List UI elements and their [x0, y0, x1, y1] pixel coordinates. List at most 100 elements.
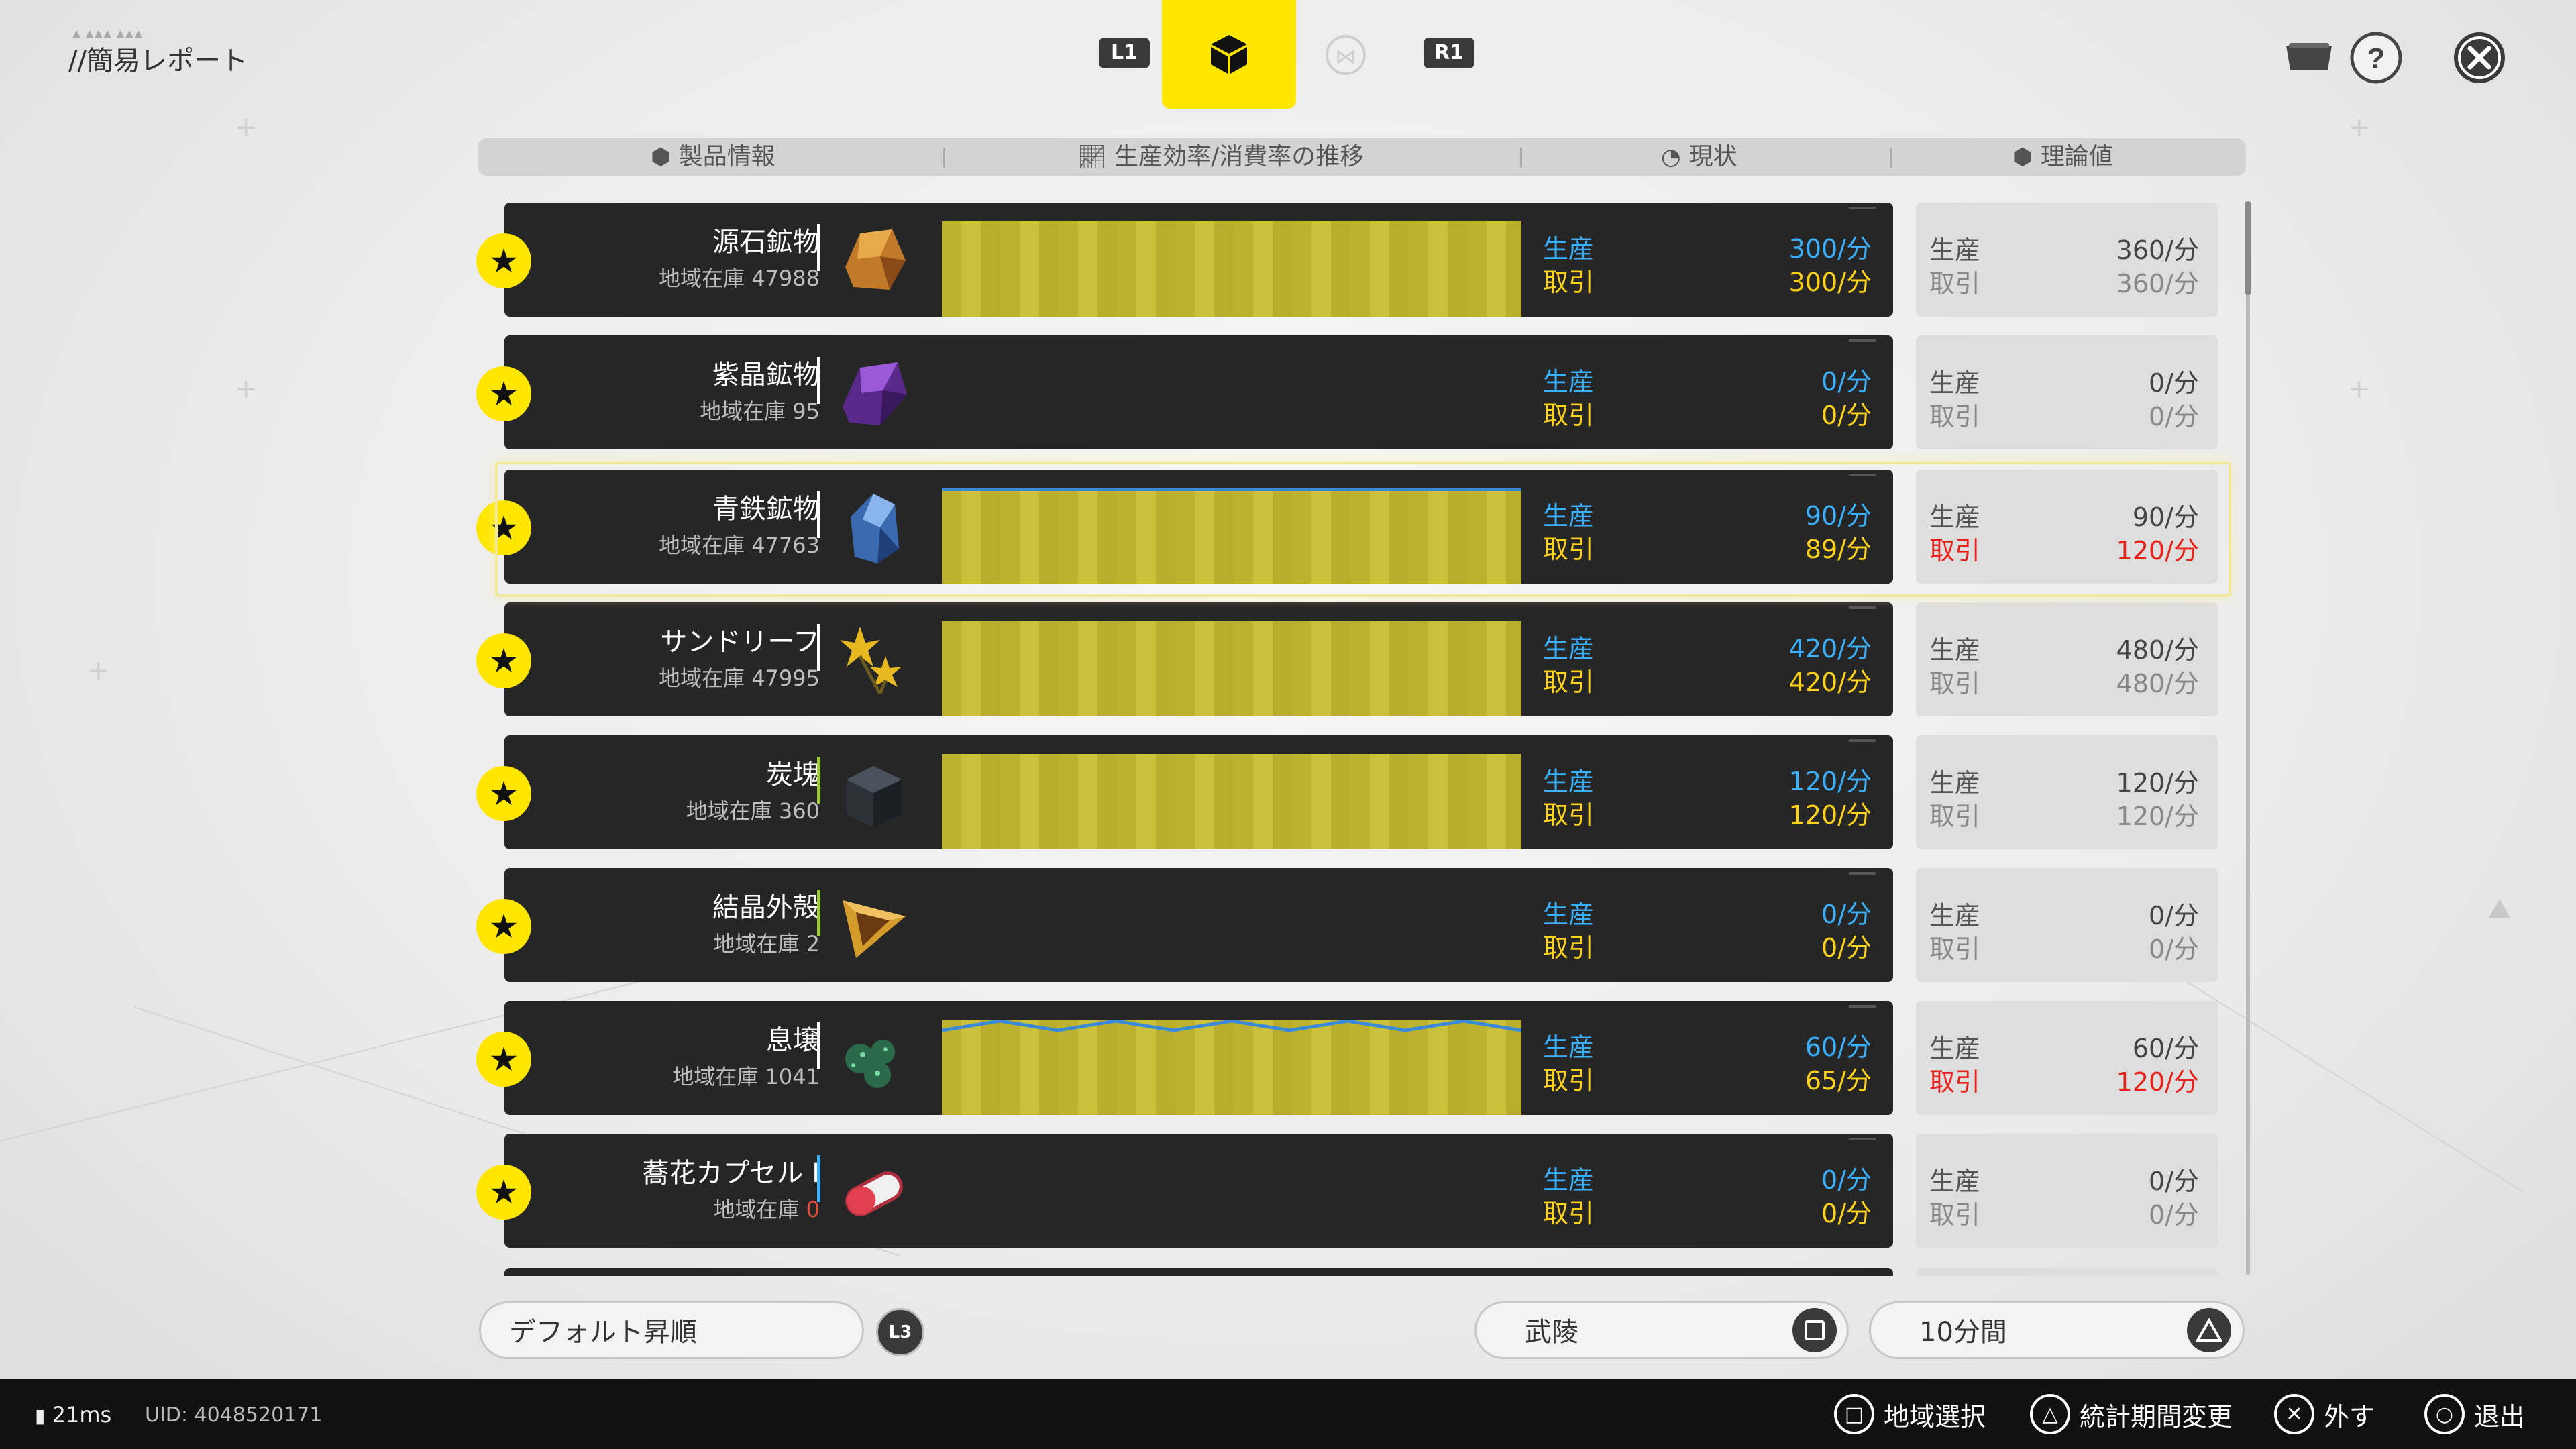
help-icon[interactable]: ?: [2348, 30, 2404, 86]
column-divider: [1890, 148, 1892, 168]
row-accent-bar: [817, 1022, 820, 1069]
circle-button-icon: ○: [2424, 1394, 2465, 1434]
footer-action-label: 地域選択: [1884, 1401, 1986, 1432]
theory-trade-label: 取引: [1929, 934, 1981, 964]
footer-action-square[interactable]: □ 地域選択: [1834, 1394, 1986, 1434]
production-rate: 0/分: [1821, 367, 1872, 396]
product-row[interactable]: ★ 息壌 地域在庫 1041 生産 取引 60/分 65/分: [476, 1001, 1893, 1115]
trade-label: 取引: [1543, 933, 1595, 963]
l3-button[interactable]: L3: [876, 1308, 924, 1356]
trend-chart: [942, 221, 1521, 317]
r1-button[interactable]: R1: [1424, 38, 1474, 68]
svg-text:?: ?: [2367, 42, 2385, 75]
next-row-peek: [504, 1268, 1893, 1276]
background-plus: +: [235, 374, 258, 405]
trade-rate: 0/分: [1821, 933, 1872, 963]
tab-disabled[interactable]: ⋈: [1326, 35, 1366, 75]
product-cube-icon: ⬢: [651, 144, 671, 170]
line-chart-icon: 📈︎: [1077, 144, 1107, 170]
theory-cell: 生産 取引 0/分 0/分: [1916, 335, 2218, 449]
product-name: 紫晶鉱物: [712, 360, 820, 390]
row-corner-mark: [1849, 739, 1876, 742]
favorite-star-icon[interactable]: ★: [476, 1165, 531, 1220]
cross-button-icon: ✕: [2274, 1394, 2314, 1434]
theory-production-label: 生産: [1929, 368, 1981, 398]
row-accent-bar: [817, 357, 820, 404]
keyboard-icon[interactable]: [2281, 30, 2337, 86]
region-label: 武陵: [1525, 1317, 1578, 1348]
theory-trade-label: 取引: [1929, 269, 1981, 299]
regional-stock: 地域在庫 360: [686, 798, 820, 824]
production-rate: 120/分: [1788, 767, 1872, 796]
theory-trade-label: 取引: [1929, 402, 1981, 431]
footer-action-label: 退出: [2474, 1401, 2526, 1432]
theory-production-rate: 480/分: [2116, 635, 2199, 665]
column-header: ⬢ 製品情報 📈︎ 生産効率/消費率の推移 ◔ 現状 ⬢ 理論値: [478, 138, 2246, 176]
selected-row-highlight: [495, 462, 2231, 597]
theory-production-rate: 0/分: [2149, 1167, 2199, 1196]
background-plus: +: [235, 112, 258, 143]
regional-stock: 地域在庫 47995: [659, 665, 820, 691]
theory-trade-rate: 120/分: [2116, 802, 2199, 831]
sort-dropdown[interactable]: デフォルト昇順: [479, 1301, 864, 1359]
theory-cell: 生産 取引 60/分 120/分: [1916, 1001, 2218, 1115]
theory-cell: 生産 取引 120/分 120/分: [1916, 735, 2218, 849]
theory-cell: 生産 取引 0/分 0/分: [1916, 868, 2218, 982]
trade-label: 取引: [1543, 400, 1595, 430]
product-name: 蕎花カプセル Ⅰ: [642, 1158, 820, 1189]
square-button-icon[interactable]: [1792, 1308, 1837, 1352]
production-rate: 300/分: [1788, 234, 1872, 264]
sandleaf-icon: [840, 627, 902, 695]
row-accent-bar: [817, 890, 820, 936]
tab-product-report[interactable]: [1162, 0, 1296, 109]
trade-rate: 0/分: [1821, 1199, 1872, 1228]
favorite-star-icon[interactable]: ★: [476, 899, 531, 954]
theory-production-label: 生産: [1929, 768, 1981, 798]
favorite-star-icon[interactable]: ★: [476, 366, 531, 421]
product-row[interactable]: ★ 蕎花カプセル Ⅰ 地域在庫 0 生産 取引 0/分 0/分: [476, 1134, 1893, 1248]
product-row[interactable]: ★ サンドリーフ 地域在庫 47995 生産 取引 420/分 420/分: [476, 602, 1893, 716]
production-label: 生産: [1543, 900, 1595, 929]
row-accent-bar: [817, 757, 820, 804]
favorite-star-icon[interactable]: ★: [476, 233, 531, 288]
theory-production-label: 生産: [1929, 635, 1981, 665]
column-divider: [1520, 148, 1522, 168]
footer-action-triangle[interactable]: △ 統計期間変更: [2030, 1394, 2233, 1434]
trade-label: 取引: [1543, 1199, 1595, 1228]
theory-cube-icon: ⬢: [2012, 144, 2033, 170]
theory-trade-label: 取引: [1929, 669, 1981, 698]
trade-rate: 420/分: [1788, 667, 1872, 697]
background-plus: +: [2348, 112, 2371, 143]
product-row[interactable]: ★ 源石鉱物 地域在庫 47988 生産 取引 300/分 300/分: [476, 203, 1893, 317]
product-row[interactable]: ★ 結晶外殻 地域在庫 2 生産 取引 0/分 0/分: [476, 868, 1893, 982]
footer-action-label: 外す: [2324, 1401, 2375, 1432]
product-row[interactable]: ★ 紫晶鉱物 地域在庫 95 生産 取引 0/分 0/分: [476, 335, 1893, 449]
close-icon[interactable]: [2451, 30, 2508, 86]
trade-rate: 120/分: [1788, 800, 1872, 830]
production-label: 生産: [1543, 234, 1595, 264]
capsule-icon: [845, 1171, 903, 1216]
product-row[interactable]: ★ 炭塊 地域在庫 360 生産 取引 120/分 120/分: [476, 735, 1893, 849]
theory-production-rate: 0/分: [2149, 368, 2199, 398]
footer-action-cross[interactable]: ✕ 外す: [2274, 1394, 2375, 1434]
pie-chart-icon: ◔: [1661, 144, 1681, 170]
product-name: 息壌: [766, 1025, 820, 1056]
favorite-star-icon[interactable]: ★: [476, 1032, 531, 1087]
footer-bar: ▮ 21ms UID: 4048520171 □ 地域選択 △ 統計期間変更 ✕ 外す ○ 退…: [0, 1379, 2576, 1449]
row-corner-mark: [1849, 606, 1876, 609]
trade-rate: 65/分: [1805, 1066, 1872, 1095]
theory-trade-label: 取引: [1929, 1067, 1981, 1097]
regional-stock: 地域在庫 95: [700, 398, 820, 424]
scrollbar[interactable]: [2245, 201, 2251, 1275]
theory-production-label: 生産: [1929, 901, 1981, 930]
l1-button[interactable]: L1: [1099, 38, 1150, 68]
triangle-button-icon[interactable]: [2187, 1308, 2231, 1352]
regional-stock: 地域在庫 0: [713, 1197, 820, 1222]
scrollbar-thumb[interactable]: [2245, 201, 2251, 295]
trade-rate: 300/分: [1788, 268, 1872, 297]
favorite-star-icon[interactable]: ★: [476, 766, 531, 821]
regional-stock: 地域在庫 1041: [672, 1064, 820, 1089]
favorite-star-icon[interactable]: ★: [476, 633, 531, 688]
theory-production-label: 生産: [1929, 1167, 1981, 1196]
footer-action-circle[interactable]: ○ 退出: [2424, 1394, 2525, 1434]
